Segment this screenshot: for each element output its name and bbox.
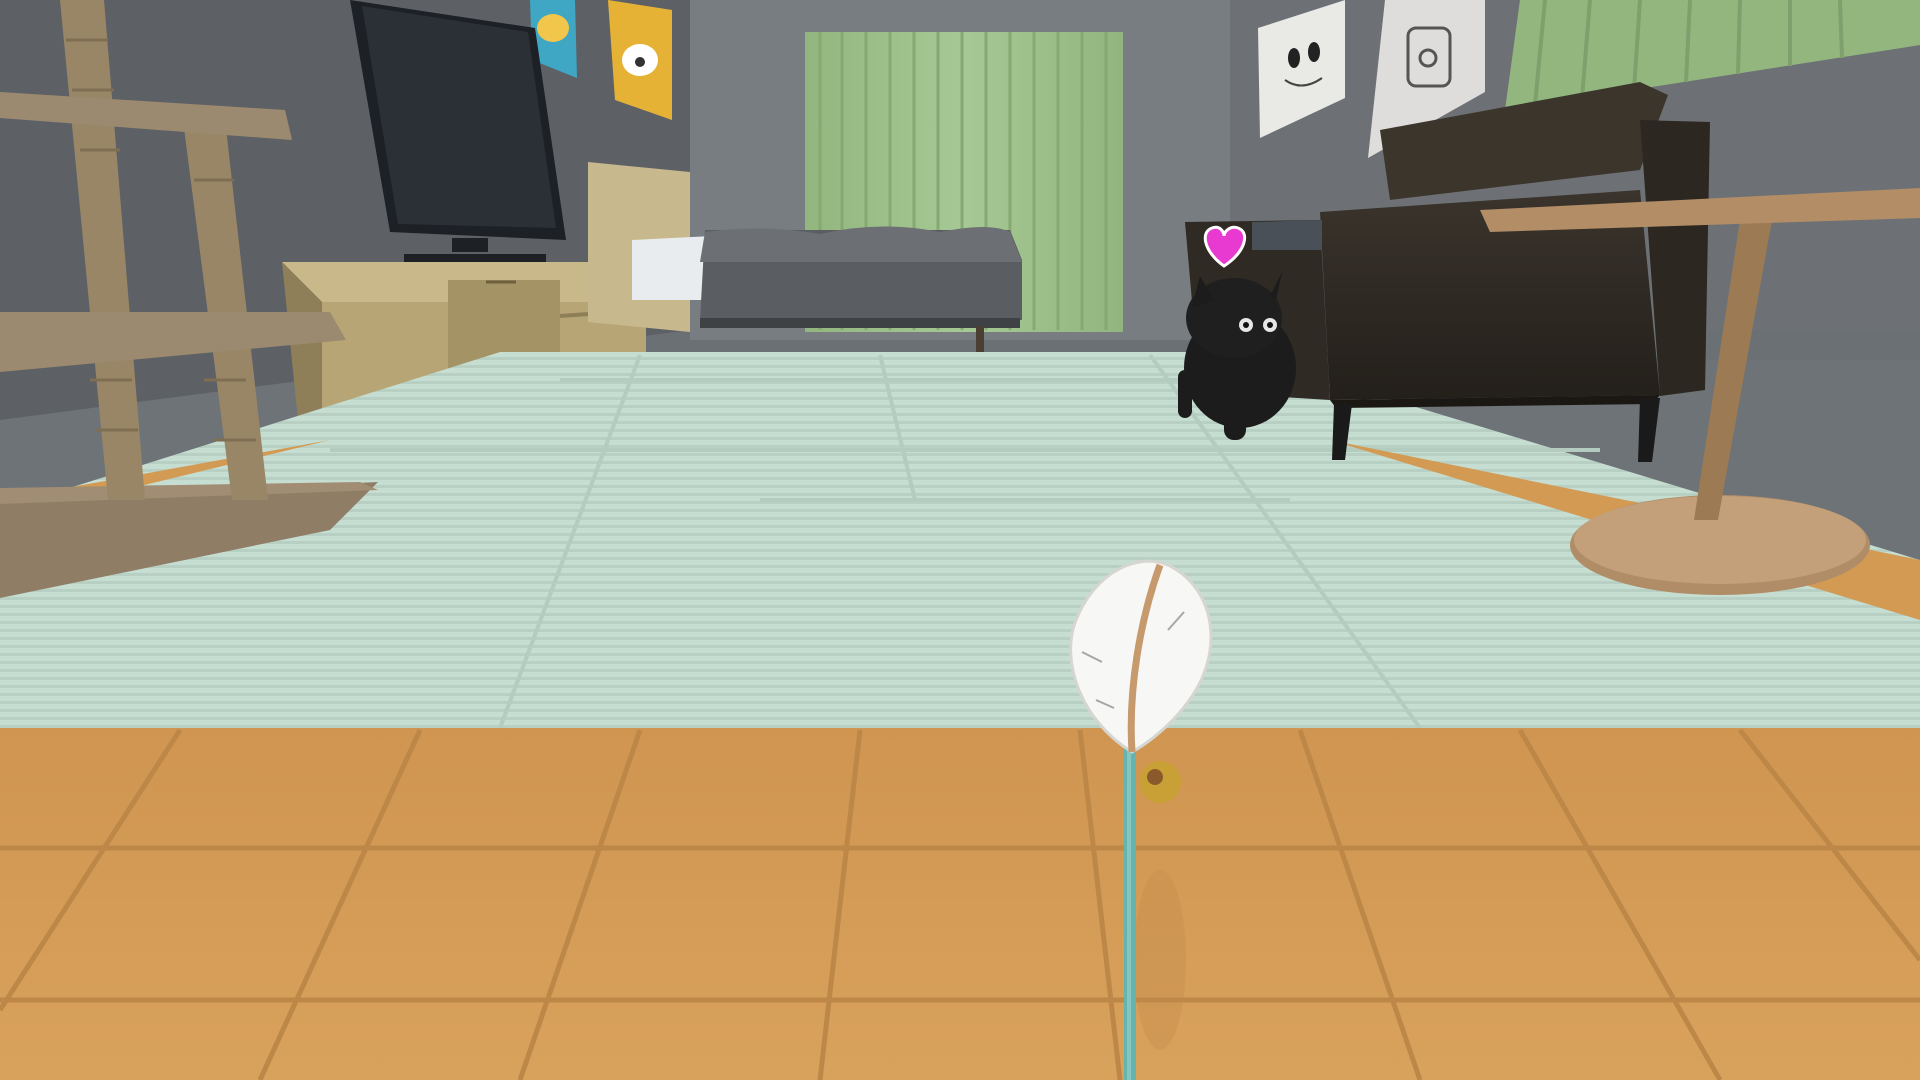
game-viewport[interactable]	[0, 0, 1920, 1080]
room-scene	[0, 0, 1920, 1080]
